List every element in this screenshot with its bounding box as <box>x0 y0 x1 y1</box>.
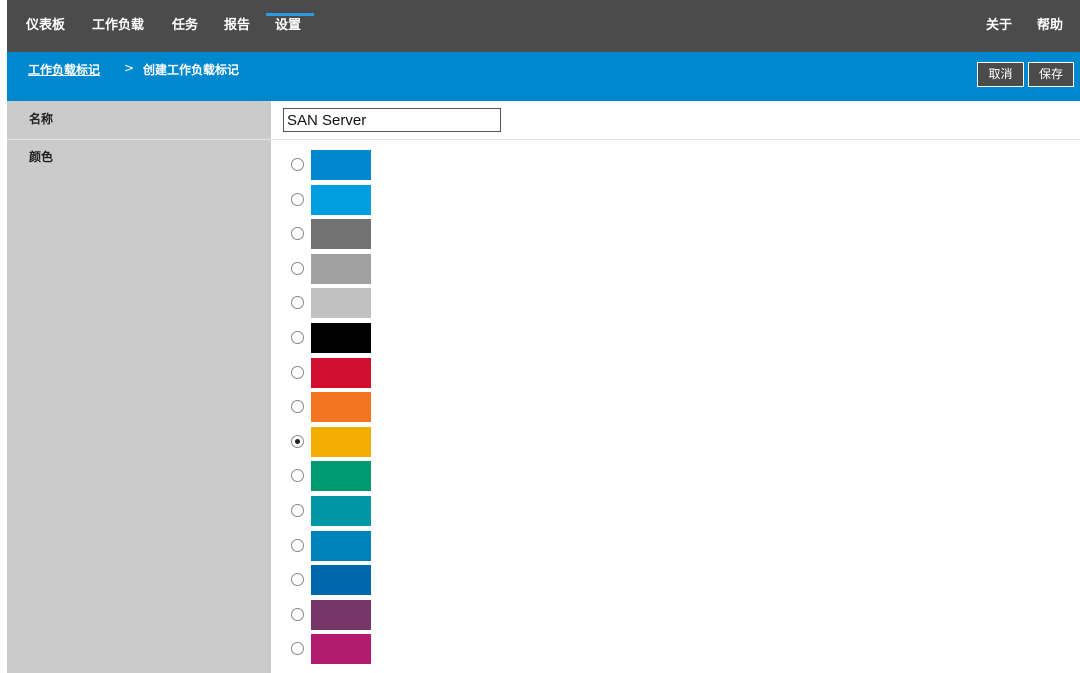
breadcrumb-separator: > <box>124 61 135 75</box>
radio-unchecked[interactable] <box>291 262 304 275</box>
color-swatch[interactable] <box>311 600 371 630</box>
color-option[interactable] <box>291 323 373 353</box>
app-window: 仪表板 工作负载 任务 报告 设置 关于 帮助 工作负载标记 > 创建工作负载标… <box>7 0 1080 673</box>
color-option[interactable] <box>291 254 373 284</box>
name-input[interactable] <box>283 108 501 132</box>
nav-about[interactable]: 关于 <box>986 0 1012 52</box>
form-label-column <box>7 101 271 673</box>
breadcrumb-current: 创建工作负载标记 <box>143 63 240 77</box>
color-swatch[interactable] <box>311 461 371 491</box>
radio-unchecked[interactable] <box>291 158 304 171</box>
color-option[interactable] <box>291 219 373 249</box>
color-option[interactable] <box>291 634 373 664</box>
radio-unchecked[interactable] <box>291 296 304 309</box>
color-option[interactable] <box>291 531 373 561</box>
nav-reports[interactable]: 报告 <box>224 0 250 52</box>
color-swatch[interactable] <box>311 358 371 388</box>
radio-unchecked[interactable] <box>291 366 304 379</box>
radio-unchecked[interactable] <box>291 642 304 655</box>
top-navigation: 仪表板 工作负载 任务 报告 设置 关于 帮助 <box>7 0 1080 52</box>
color-option[interactable] <box>291 392 373 422</box>
radio-unchecked[interactable] <box>291 469 304 482</box>
radio-unchecked[interactable] <box>291 608 304 621</box>
radio-unchecked[interactable] <box>291 193 304 206</box>
nav-settings[interactable]: 设置 <box>275 0 301 52</box>
color-option[interactable] <box>291 358 373 388</box>
name-label: 名称 <box>29 112 54 126</box>
nav-workloads[interactable]: 工作负载 <box>92 0 144 52</box>
breadcrumb-bar: 工作负载标记 > 创建工作负载标记 取消 保存 <box>7 52 1080 101</box>
color-swatch[interactable] <box>311 323 371 353</box>
color-option[interactable] <box>291 427 373 457</box>
radio-unchecked[interactable] <box>291 331 304 344</box>
radio-checked[interactable] <box>291 435 304 448</box>
color-option[interactable] <box>291 496 373 526</box>
color-swatch[interactable] <box>311 254 371 284</box>
save-button[interactable]: 保存 <box>1028 62 1074 87</box>
nav-tasks[interactable]: 任务 <box>172 0 198 52</box>
color-swatch[interactable] <box>311 219 371 249</box>
nav-dashboard[interactable]: 仪表板 <box>26 0 65 52</box>
color-option[interactable] <box>291 185 373 215</box>
color-swatch[interactable] <box>311 427 371 457</box>
color-option[interactable] <box>291 150 373 180</box>
radio-unchecked[interactable] <box>291 400 304 413</box>
color-swatch[interactable] <box>311 634 371 664</box>
color-label: 颜色 <box>29 150 54 164</box>
color-swatch[interactable] <box>311 496 371 526</box>
color-option[interactable] <box>291 461 373 491</box>
radio-unchecked[interactable] <box>291 539 304 552</box>
radio-unchecked[interactable] <box>291 573 304 586</box>
color-swatch[interactable] <box>311 565 371 595</box>
color-option[interactable] <box>291 565 373 595</box>
color-option[interactable] <box>291 600 373 630</box>
color-swatch[interactable] <box>311 288 371 318</box>
color-option[interactable] <box>291 288 373 318</box>
color-swatch[interactable] <box>311 392 371 422</box>
radio-unchecked[interactable] <box>291 227 304 240</box>
row-divider <box>7 139 1080 140</box>
radio-unchecked[interactable] <box>291 504 304 517</box>
color-swatch[interactable] <box>311 185 371 215</box>
nav-help[interactable]: 帮助 <box>1037 0 1063 52</box>
color-swatch[interactable] <box>311 531 371 561</box>
color-swatch[interactable] <box>311 150 371 180</box>
breadcrumb-parent-link[interactable]: 工作负载标记 <box>28 61 100 78</box>
cancel-button[interactable]: 取消 <box>977 62 1024 87</box>
